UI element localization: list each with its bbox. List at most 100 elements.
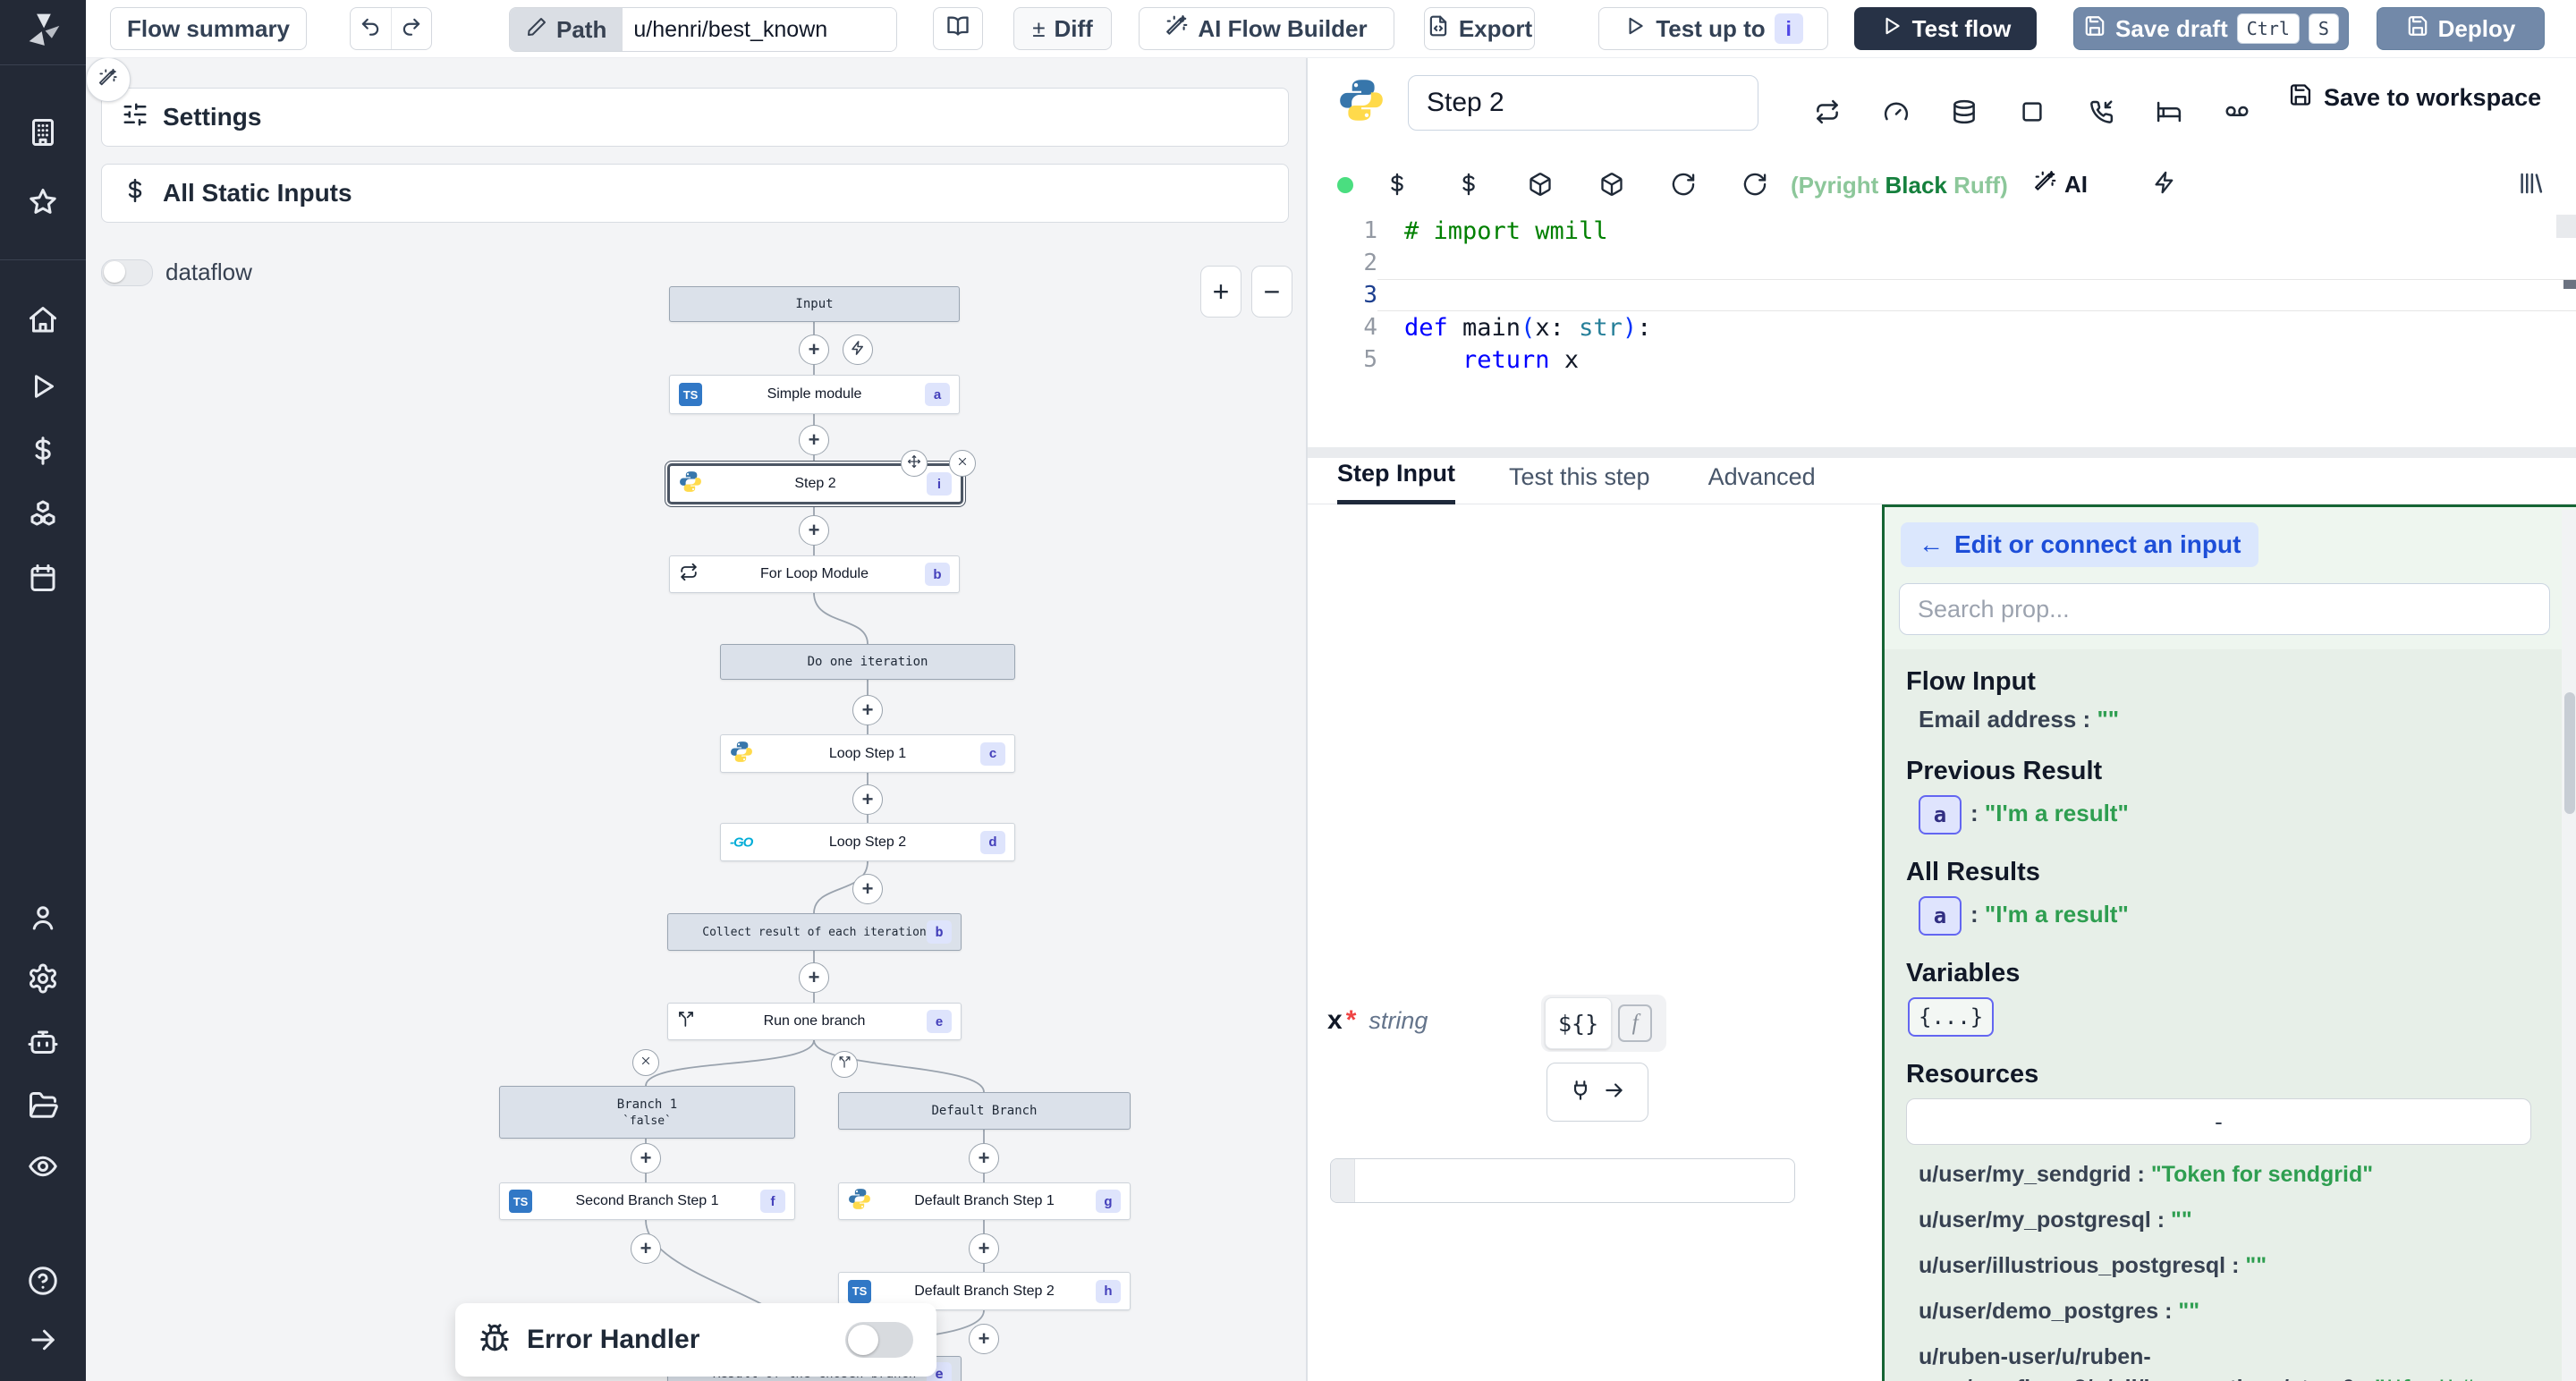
param-value-input[interactable] [1330,1158,1795,1203]
flow-node-doone[interactable]: Do one iteration [720,644,1015,680]
result-chip[interactable]: a [1919,795,1962,835]
deploy-button[interactable]: Deploy [2377,7,2545,50]
flow-node-runone[interactable]: Run one branche [667,1003,962,1040]
sleep-icon[interactable] [2156,98,2182,130]
add-step-button[interactable]: + [631,1143,661,1173]
add-trigger-button[interactable] [843,335,873,365]
reload-icon[interactable] [1671,172,1696,201]
flow-settings-row[interactable]: Settings [101,88,1289,147]
dataflow-toggle[interactable] [101,259,153,286]
sidebar-item-schedules[interactable] [0,555,86,605]
export-button[interactable]: Export [1424,7,1535,50]
template-mode-button[interactable]: ${} [1545,997,1612,1049]
flow-node-sbs1[interactable]: TSSecond Branch Step 1f [499,1182,795,1220]
all-static-inputs-row[interactable]: All Static Inputs [101,164,1289,223]
flow-node-branch1[interactable]: Branch 1`false` [499,1086,795,1139]
test-flow-button[interactable]: Test flow [1854,7,2037,50]
resource-row[interactable]: u/user/illustrious_postgresql : "" [1919,1250,2540,1282]
sidebar-item-workspace[interactable] [0,109,86,159]
search-prop-input[interactable] [1899,583,2550,635]
cache-icon[interactable] [1951,98,1978,130]
library-panel-icon[interactable] [2517,170,2544,201]
add-variable-icon[interactable] [1385,172,1410,201]
move-step-handle[interactable] [901,450,928,477]
flow-node-defbranch[interactable]: Default Branch [838,1092,1131,1130]
prop-row[interactable]: Email address : "" [1919,706,2540,733]
flow-node-loop2[interactable]: -GOLoop Step 2d [720,823,1015,861]
javascript-mode-button[interactable]: f [1615,1002,1655,1045]
code-line-2[interactable]: 2 [1308,247,2576,279]
mock-icon[interactable] [2019,98,2046,130]
flow-node-dbs1[interactable]: Default Branch Step 1g [838,1182,1131,1220]
code-line-4[interactable]: 4def main(x: str): [1308,311,2576,343]
diff-button[interactable]: ± Diff [1013,7,1112,50]
resource-row[interactable]: u/user/demo_postgres : "" [1919,1296,2540,1327]
path-input[interactable] [623,8,896,51]
dependencies-icon[interactable] [1599,172,1624,201]
add-step-button[interactable]: + [852,695,883,725]
add-step-button[interactable]: + [799,962,829,993]
save-draft-button[interactable]: Save draft Ctrl S [2073,7,2349,50]
code-line-1[interactable]: 1# import wmill [1308,215,2576,247]
save-to-workspace-button[interactable]: Save to workspace [2288,82,2541,114]
tab-advanced[interactable]: Advanced [1708,463,1816,504]
connect-input-button[interactable] [1546,1063,1648,1122]
code-line-5[interactable]: 5 return x [1308,343,2576,376]
result-chip[interactable]: a [1919,896,1962,936]
add-step-button[interactable]: + [799,335,829,365]
code-editor[interactable]: 1# import wmill234def main(x: str):5 ret… [1308,215,2576,447]
editor-resize-handle[interactable] [1308,447,2576,458]
add-step-button[interactable]: + [969,1143,999,1173]
flow-node-input[interactable]: Input [669,286,960,322]
resource-row[interactable]: u/user/my_postgresql : "" [1919,1205,2540,1236]
zoom-in-button[interactable]: + [1200,266,1241,318]
add-step-button[interactable]: + [969,1324,999,1354]
remove-branch-button[interactable] [632,1049,659,1076]
error-handler-card[interactable]: Error Handler [455,1303,936,1377]
retries-icon[interactable] [1814,98,1841,130]
sidebar-item-coll-apse[interactable] [0,1317,86,1367]
flow-node-forloop[interactable]: For Loop Moduleb [669,555,960,593]
ai-gen-button[interactable]: AI [2034,170,2088,199]
instant-preview-icon[interactable] [2152,170,2177,199]
sidebar-item-audit-logs[interactable] [0,1143,86,1193]
lifetime-icon[interactable] [2224,98,2250,130]
error-handler-toggle[interactable] [845,1322,913,1358]
variables-chip[interactable]: {...} [1908,997,1994,1037]
step-title-input[interactable] [1408,75,1758,131]
resources-select[interactable]: - [1906,1098,2531,1145]
test-up-to-button[interactable]: Test up to i [1598,7,1828,50]
delete-step-button[interactable] [949,450,976,477]
early-stop-icon[interactable] [1883,98,1910,130]
connect-panel-scrollbar[interactable] [2562,510,2576,1381]
flow-summary-button[interactable]: Flow summary [110,7,307,50]
sidebar-item-home[interactable] [0,297,86,347]
add-step-button[interactable]: + [631,1233,661,1264]
add-branch-button[interactable] [831,1051,858,1078]
flow-node-simple[interactable]: TSSimple modulea [669,375,960,414]
add-step-button[interactable]: + [799,515,829,546]
suspend-icon[interactable] [2088,98,2114,130]
resource-row[interactable]: u/ruben-user/u/ruben-user/my_flow_2/g/al… [1919,1342,2540,1381]
ai-flow-builder-button[interactable]: AI Flow Builder [1139,7,1394,50]
undo-button[interactable] [351,8,392,49]
add-step-button[interactable]: + [969,1233,999,1264]
redo-button[interactable] [392,8,432,49]
scrollbar-thumb[interactable] [2564,692,2575,814]
tab-step-input[interactable]: Step Input [1337,460,1455,504]
add-step-button[interactable]: + [799,425,829,455]
sidebar-item-resources[interactable] [0,492,86,542]
code-line-3[interactable]: 3 [1308,279,2576,311]
sidebar-item-favorites[interactable] [0,179,86,229]
result-row[interactable]: a: "I'm a result" [1919,795,2540,835]
add-step-button[interactable]: + [852,784,883,815]
dependencies-icon[interactable] [1528,172,1553,201]
sidebar-item-variables[interactable] [0,428,86,478]
reload-icon[interactable] [1742,172,1767,201]
tab-test-this-step[interactable]: Test this step [1509,463,1650,504]
ai-suggest-node-button[interactable] [86,57,131,102]
zoom-out-button[interactable]: − [1251,266,1292,318]
sidebar-item-account[interactable] [0,894,86,945]
path-label[interactable]: Path [510,8,623,51]
sidebar-item-help[interactable] [0,1258,86,1308]
